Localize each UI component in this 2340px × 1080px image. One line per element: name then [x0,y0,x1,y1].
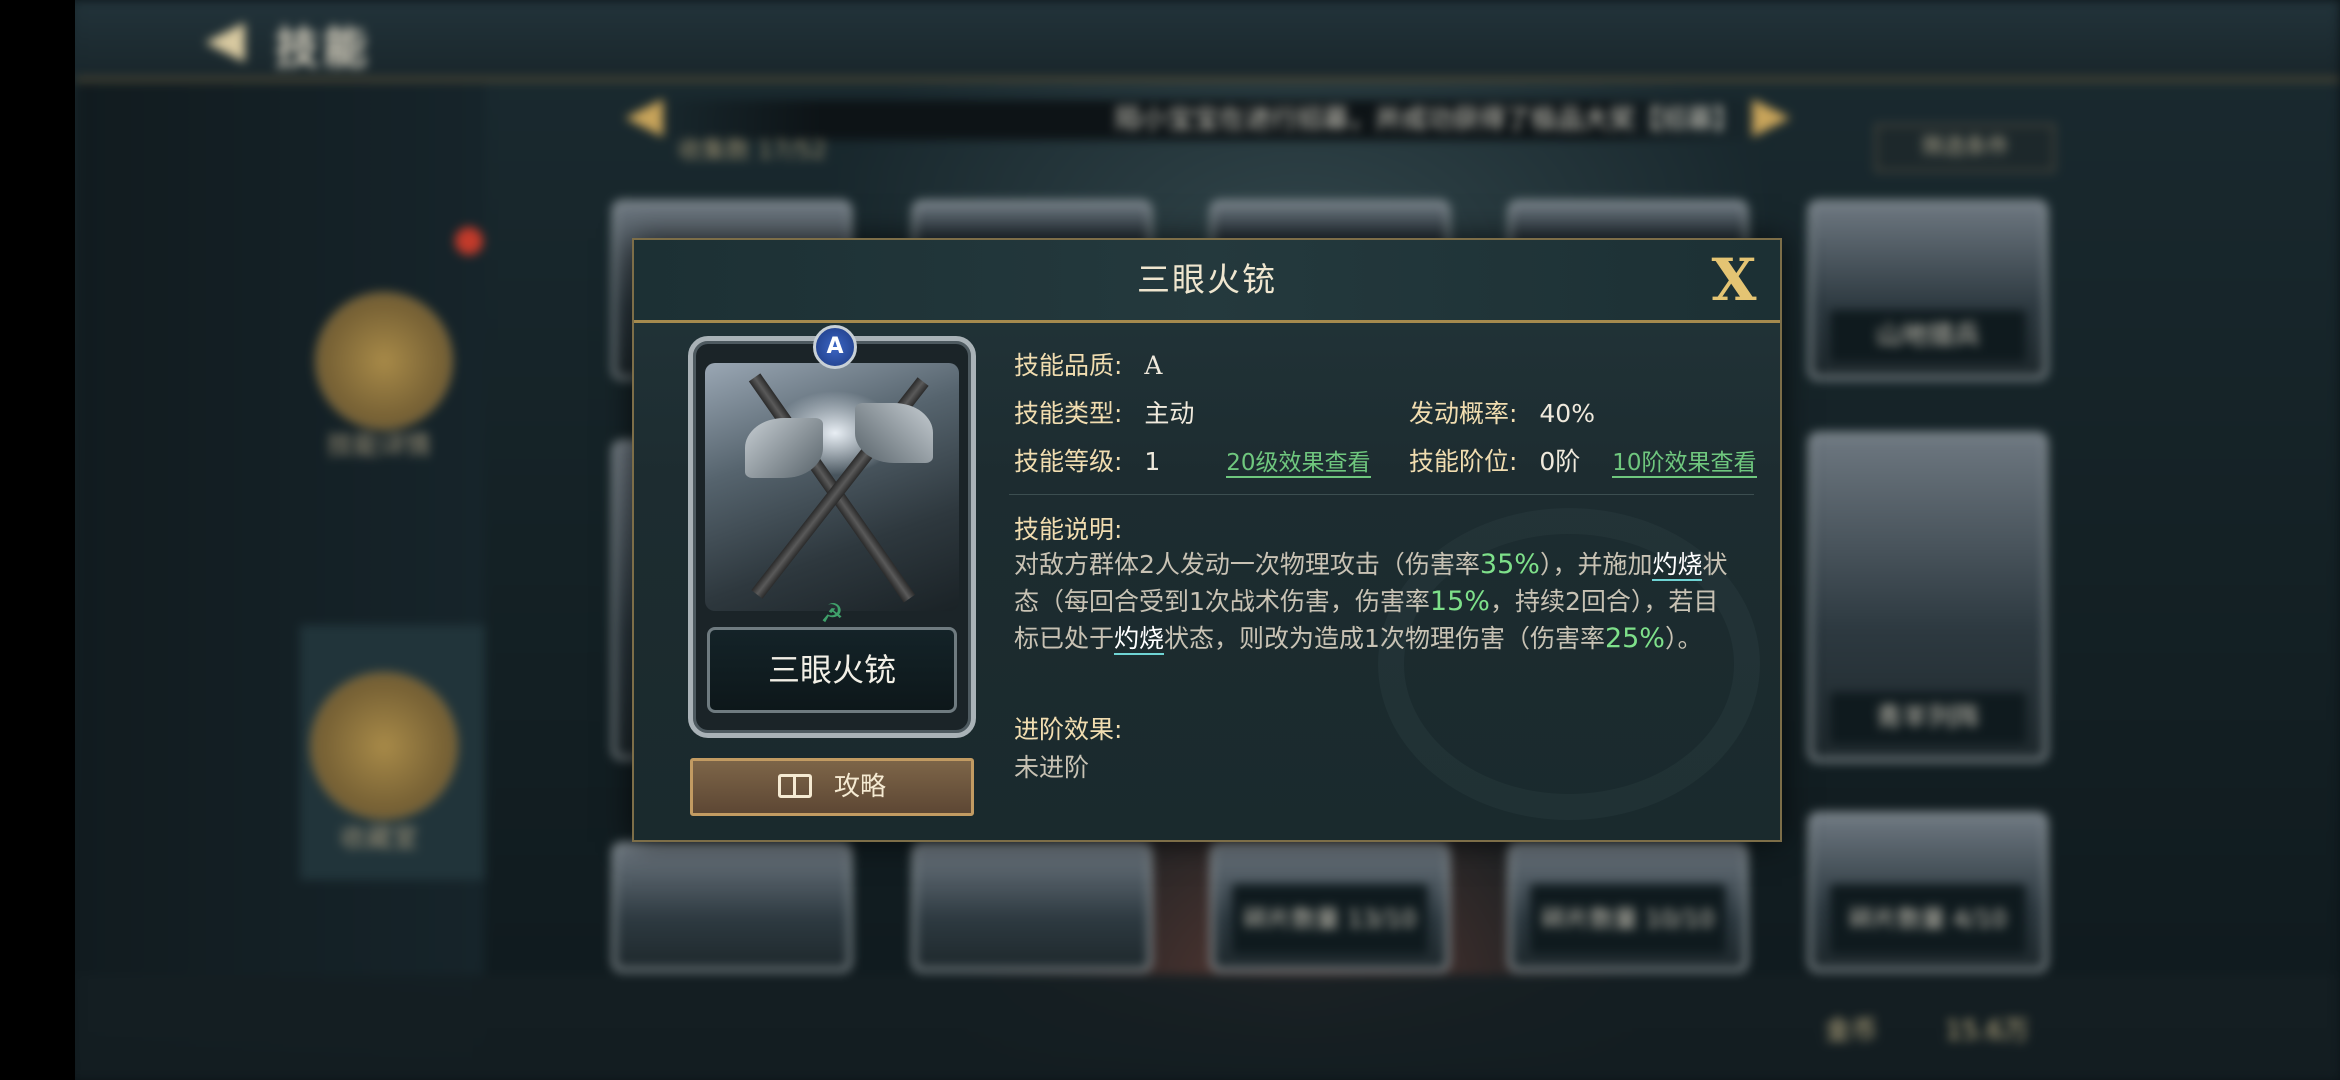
card-label: 山地猎兵 [1830,310,2026,362]
advance-title: 进阶效果: [1014,715,1123,744]
card-label: 碎片数量 10/10 [1530,884,1726,954]
card-label: 碎片数量 13/10 [1232,884,1428,954]
currency-display: 金币 15.6万 [1825,1010,2029,1047]
book-icon [777,774,812,798]
skill-card[interactable]: 碎片数量 13/10 [1210,842,1450,972]
chance-label: 发动概率: [1409,399,1518,428]
skill-detail-icon[interactable] [315,292,453,430]
chance-row: 发动概率: 40% [1409,396,1595,432]
guide-button[interactable]: 攻略 [690,758,974,816]
side-panel [75,82,485,1080]
filter-button[interactable]: 筛选条件 [1875,124,2055,172]
type-row: 技能类型: 主动 [1014,396,1194,432]
skill-detail-modal: 三眼火铳 X A ☭ 三眼火铳 攻略 技能品质: A 技能类型: 主动 发动概率… [632,238,1782,842]
description-title: 技能说明: [1014,515,1123,544]
axe-head [745,418,823,478]
skill-card[interactable] [912,842,1152,972]
top-header [75,0,2340,81]
modal-header: 三眼火铳 X [634,240,1780,323]
rank-value: 0阶 [1539,447,1581,476]
skill-card[interactable]: 青羊列阵 [1808,432,2048,762]
rank-effect-link[interactable]: 10阶效果查看 [1612,450,1757,478]
axe-head [855,403,933,463]
left-edge-bar [0,0,75,1080]
quality-row: 技能品质: A [1014,348,1162,384]
collection-room-icon[interactable] [310,672,458,820]
level-value: 1 [1144,447,1161,476]
card-label: 碎片数量 4/10 [1830,884,2026,954]
notification-dot [455,227,483,255]
skill-artwork [705,363,959,611]
side-item-label: 收藏室 [340,824,419,854]
divider [1009,494,1754,495]
skill-card[interactable] [612,842,852,972]
burn-keyword-link[interactable]: 灼烧 [1114,624,1165,655]
rank-label: 技能阶位: [1409,447,1518,476]
quality-value: A [1144,351,1163,380]
close-button[interactable]: X [1704,248,1764,312]
card-name: 三眼火铳 [707,627,957,713]
desc-text-part: 对敌方群体2人发动一次物理攻击（伤害率 [1014,550,1480,579]
desc-text-part: ），并施加 [1539,550,1653,579]
quality-label: 技能品质: [1014,351,1123,380]
type-label: 技能类型: [1014,399,1123,428]
page-title: 技能 [275,23,371,74]
desc-text-part: 状态，则改为造成1次物理伤害（伤害率 [1164,624,1605,653]
damage-rate-value: 15% [1429,586,1490,617]
back-arrow-icon[interactable]: ◀ [190,8,260,70]
advance-value: 未进阶 [1014,753,1090,782]
rank-row: 技能阶位: 0阶 10阶效果查看 [1409,444,1757,480]
skill-card-large: A ☭ 三眼火铳 [688,325,976,738]
level-effect-link[interactable]: 20级效果查看 [1226,450,1371,478]
description-text: 对敌方群体2人发动一次物理攻击（伤害率35%），并施加灼烧状态（每回合受到1次战… [1014,546,1734,657]
skill-card[interactable]: 山地猎兵 [1808,200,2048,380]
collection-count: 收集数 17/52 [678,136,827,164]
currency-label: 金币 [1825,1016,1878,1046]
type-value: 主动 [1144,399,1195,428]
side-item-label: 技能详情 [327,431,432,461]
currency-value: 15.6万 [1945,1016,2030,1046]
guide-label: 攻略 [833,772,886,802]
modal-title: 三眼火铳 [1137,260,1277,299]
skill-card[interactable]: 碎片数量 4/10 [1808,812,2048,972]
damage-rate-value: 25% [1604,623,1665,654]
notice-right-arrow-icon[interactable]: ▶ [1752,85,1790,143]
burn-keyword-link[interactable]: 灼烧 [1652,550,1703,581]
level-row: 技能等级: 1 20级效果查看 [1014,444,1371,480]
chance-value: 40% [1539,399,1595,428]
level-label: 技能等级: [1014,447,1123,476]
rank-badge: A [813,325,857,369]
card-label: 青羊列阵 [1830,692,2026,744]
skill-card[interactable]: 碎片数量 10/10 [1508,842,1748,972]
desc-text-part: ）。 [1664,624,1703,653]
faction-emblem-icon: ☭ [820,599,844,629]
damage-rate-value: 35% [1479,549,1540,580]
